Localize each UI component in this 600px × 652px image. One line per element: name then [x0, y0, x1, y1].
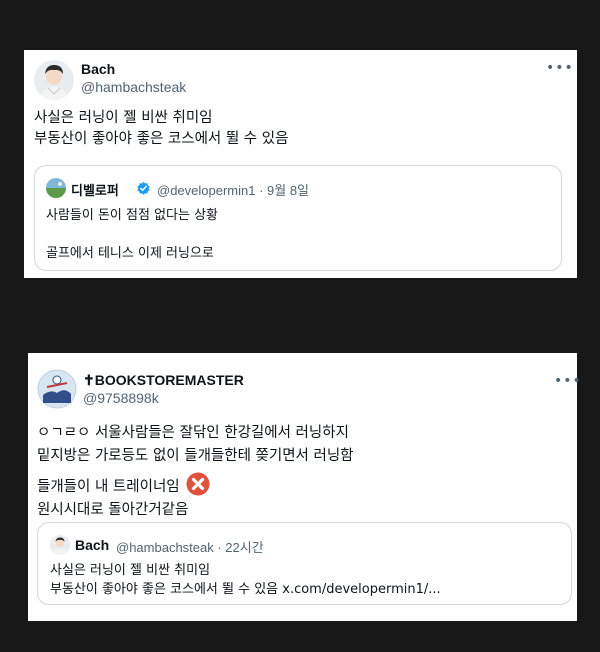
quote-author-name: Bach: [75, 537, 110, 553]
quote-line: 골프에서 테니스 이제 러닝으로: [46, 246, 214, 261]
tweet-text: ㅇㄱㄹㅇ 서울사람들은 잘닦인 한강길에서 러닝하지 밑지방은 가로등도 없이 …: [37, 422, 354, 521]
quoted-tweet[interactable]: Bach @hambachsteak · 22시간 사실은 러닝이 젤 비싼 취…: [37, 522, 572, 605]
author-handle[interactable]: @hambachsteak: [81, 79, 186, 95]
more-options-icon[interactable]: •••: [554, 373, 582, 389]
quote-meta: @developermin1 · 9월 8일: [157, 183, 310, 198]
verified-badge-icon: [137, 181, 150, 195]
tweet-card[interactable]: Bach @hambachsteak ••• 사실은 러닝이 젤 비싼 취미임 …: [24, 50, 577, 278]
quote-meta: @hambachsteak · 22시간: [116, 540, 264, 555]
quote-text: 사실은 러닝이 젤 비싼 취미임 부동산이 좋아야 좋은 코스에서 뛸 수 있음…: [50, 561, 441, 599]
author-name[interactable]: ✝BOOKSTOREMASTER: [83, 372, 244, 389]
quoted-tweet[interactable]: 디벨로퍼 @developermin1 · 9월 8일 사람들이 돈이 점점 없…: [34, 165, 562, 271]
quote-line: 사실은 러닝이 젤 비싼 취미임: [50, 563, 211, 578]
quote-avatar: [50, 535, 70, 555]
tweet-line: 들개들이 내 트레이너임: [37, 467, 354, 499]
quote-line: 부동산이 좋아야 좋은 코스에서 뛸 수 있음 x.com/developerm…: [50, 582, 441, 597]
quote-line: [46, 225, 218, 244]
tweet-line-text: 들개들이 내 트레이너임: [37, 479, 180, 495]
avatar[interactable]: [37, 369, 77, 409]
quote-line: 사람들이 돈이 점점 없다는 상황: [46, 208, 219, 223]
tweet-card[interactable]: ✝BOOKSTOREMASTER @9758898k ••• ㅇㄱㄹㅇ 서울사람…: [28, 353, 581, 621]
author-name[interactable]: Bach: [81, 61, 115, 77]
tweet-line: 밑지방은 가로등도 없이 들개들한테 쫒기면서 러닝함: [37, 447, 354, 464]
more-options-icon[interactable]: •••: [546, 60, 574, 76]
tweet-line: 사실은 러닝이 젤 비싼 취미임: [34, 110, 213, 126]
tweet-line: 부동산이 좋아야 좋은 코스에서 뛸 수 있음: [34, 131, 289, 147]
quote-text: 사람들이 돈이 점점 없다는 상황 골프에서 테니스 이제 러닝으로: [46, 206, 218, 263]
tweet-line: 원시시대로 돌아간거같음: [37, 501, 189, 518]
tweet-text: 사실은 러닝이 젤 비싼 취미임 부동산이 좋아야 좋은 코스에서 뛸 수 있음: [34, 108, 288, 150]
quote-author-name: 디벨로퍼: [71, 184, 119, 199]
quote-avatar: [46, 178, 66, 198]
cross-mark-emoji-icon: [186, 472, 210, 496]
avatar[interactable]: [34, 60, 74, 100]
tweet-line: ㅇㄱㄹㅇ 서울사람들은 잘닦인 한강길에서 러닝하지: [37, 425, 349, 441]
author-handle[interactable]: @9758898k: [83, 390, 159, 406]
